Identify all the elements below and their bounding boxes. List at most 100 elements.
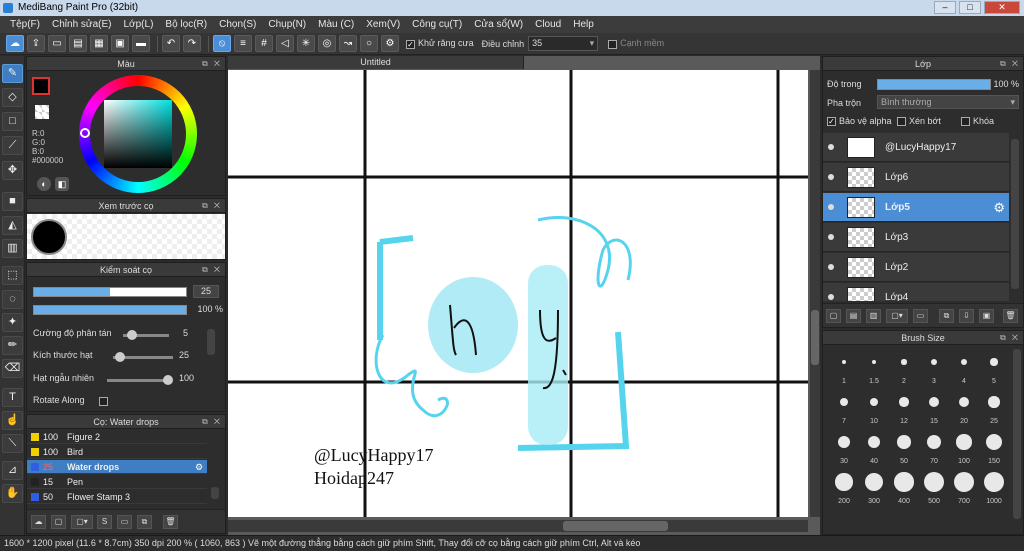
maximize-button[interactable]: □ [959, 1, 981, 14]
gear-icon[interactable]: ⚙ [195, 460, 203, 474]
canvas-hscroll-thumb[interactable] [563, 521, 668, 531]
snap-radial-icon[interactable]: ✳ [297, 35, 315, 52]
duplicate-layer-icon[interactable]: ⧉ [939, 309, 954, 323]
hue-wheel[interactable] [79, 75, 197, 193]
layer-opacity-slider[interactable] [877, 79, 991, 90]
select-tool-icon[interactable]: ⬚ [2, 266, 23, 285]
brush-item-figure2[interactable]: 100 Figure 2 [27, 430, 207, 444]
canvas-tab[interactable]: Untitled [228, 56, 524, 69]
trash-icon[interactable]: 🗑 [1003, 309, 1018, 323]
menu-view[interactable]: Xem(V) [360, 19, 406, 30]
blend-mode-dropdown[interactable]: Bình thường ▾ [877, 95, 1019, 109]
saturation-square[interactable] [104, 100, 172, 168]
menu-filter[interactable]: Bộ lọc(R) [159, 19, 213, 30]
brush-size-option[interactable]: 30 [829, 427, 859, 465]
brush-size-option[interactable]: 7 [829, 387, 859, 425]
antialias-checkbox[interactable]: ✓ Khử răng cưa [406, 38, 474, 49]
brush-item-pen[interactable]: 15 Pen [27, 475, 207, 489]
layer-list-scrollbar[interactable] [1011, 139, 1019, 289]
menu-tools[interactable]: Công cụ(T) [406, 19, 468, 30]
palette-icon[interactable]: ◐ [37, 177, 51, 191]
menu-layer[interactable]: Lớp(L) [118, 19, 160, 30]
eye-icon[interactable] [828, 264, 834, 270]
panel-buttons-icon[interactable]: ⧉ ✕ [202, 263, 222, 277]
brush-size-option[interactable]: 50 [889, 427, 919, 465]
brush-size-option[interactable]: 2 [889, 347, 919, 385]
canvas-vscroll-thumb[interactable] [811, 310, 819, 365]
line-tool-icon[interactable]: ⟋ [2, 136, 23, 155]
layer-properties-icon[interactable]: ▣ [979, 309, 994, 323]
brush-size-value[interactable]: 25 [193, 285, 219, 298]
menu-snap[interactable]: Chụp(N) [262, 19, 312, 30]
hand-tool-icon[interactable]: ✋ [2, 484, 23, 503]
soft-edge-checkbox[interactable]: Cạnh mềm [608, 38, 664, 49]
hue-picker[interactable] [80, 128, 90, 138]
new-brush-icon[interactable]: ▢ [51, 515, 66, 529]
magic-wand-icon[interactable]: ✦ [2, 313, 23, 332]
bucket-tool-icon[interactable]: ◭ [2, 216, 23, 235]
divide-tool-icon[interactable]: ⟍ [2, 434, 23, 453]
brush-size-option[interactable]: 3 [919, 347, 949, 385]
panel-buttons-icon[interactable]: ⧉ ✕ [202, 57, 222, 71]
brush-list-scrollbar[interactable] [211, 487, 219, 499]
layer-row-lop4[interactable]: Lớp4 [823, 283, 1009, 301]
snap-settings-icon[interactable]: ⚙ [381, 35, 399, 52]
menu-file[interactable]: Tệp(F) [4, 19, 46, 30]
menu-edit[interactable]: Chỉnh sửa(E) [46, 19, 118, 30]
brush-size-option[interactable]: 700 [949, 467, 979, 505]
new-layer-icon[interactable]: ▢ [826, 309, 841, 323]
cloud-icon[interactable]: ☁ [6, 35, 24, 52]
eye-icon[interactable] [828, 294, 834, 300]
brush-size-option[interactable]: 20 [949, 387, 979, 425]
brush-size-option[interactable]: 400 [889, 467, 919, 505]
brush-item-water-drops[interactable]: 25 Water drops ⚙ [27, 460, 207, 474]
merge-down-icon[interactable]: ⇩ [959, 309, 974, 323]
particle-size-knob[interactable] [115, 352, 125, 362]
brush-size-option[interactable]: 300 [859, 467, 889, 505]
main-color-swatch[interactable] [32, 77, 50, 95]
brush-size-option[interactable]: 15 [919, 387, 949, 425]
eye-icon[interactable] [828, 144, 834, 150]
gradient-tool-icon[interactable]: ▥ [2, 239, 23, 258]
canvas-drawing[interactable]: @LucyHappy17 Hoidap247 [228, 70, 820, 535]
select-eraser-icon[interactable]: ⌫ [2, 359, 23, 378]
operation-tool-icon[interactable]: ☝ [2, 411, 23, 430]
brush-size-option[interactable]: 70 [919, 427, 949, 465]
timeline-icon[interactable]: ▬ [132, 35, 150, 52]
eyedropper-tool-icon[interactable]: ⊿ [2, 461, 23, 480]
eye-icon[interactable] [828, 204, 834, 210]
menu-help[interactable]: Help [567, 19, 600, 30]
brush-size-option[interactable]: 5 [979, 347, 1009, 385]
clipping-checkbox[interactable]: Xén bớt [897, 116, 941, 127]
rotate-along-checkbox[interactable] [99, 397, 108, 406]
random-particle-slider[interactable] [107, 379, 171, 382]
page-list-icon[interactable]: ▦ [90, 35, 108, 52]
add-layer-menu-icon[interactable]: ▢▾ [886, 309, 908, 323]
brush-size-option[interactable]: 150 [979, 427, 1009, 465]
new-halftone-layer-icon[interactable]: ▤ [846, 309, 861, 323]
brush-size-option[interactable]: 1000 [979, 467, 1009, 505]
menu-window[interactable]: Cửa sổ(W) [468, 19, 529, 30]
brush-size-option[interactable]: 12 [889, 387, 919, 425]
brush-tool-icon[interactable]: ✎ [2, 64, 23, 83]
control-scrollbar[interactable] [207, 329, 215, 355]
layer-row-lop5[interactable]: Lớp5 ⚙ [823, 193, 1009, 222]
redo-icon[interactable]: ↷ [183, 35, 201, 52]
panel-buttons-icon[interactable]: ⧉ ✕ [1000, 331, 1020, 345]
layer-row-watermark[interactable]: @LucyHappy17 [823, 133, 1009, 162]
eye-icon[interactable] [828, 174, 834, 180]
menu-color[interactable]: Màu (C) [312, 19, 360, 30]
comment-icon[interactable]: ▭ [48, 35, 66, 52]
menu-cloud[interactable]: Cloud [529, 19, 567, 30]
snap-circle-icon[interactable]: ◎ [318, 35, 336, 52]
cloud-brush-icon[interactable]: ☁ [31, 515, 46, 529]
transparent-swatch[interactable] [35, 105, 49, 119]
layer-row-lop2[interactable]: Lớp2 [823, 253, 1009, 282]
trash-icon[interactable]: 🗑 [163, 515, 178, 529]
panel-buttons-icon[interactable]: ⧉ ✕ [202, 199, 222, 213]
eraser-tool-icon[interactable]: ◇ [2, 88, 23, 107]
share-icon[interactable]: ⇪ [27, 35, 45, 52]
folder-icon[interactable]: ▭ [117, 515, 132, 529]
menu-select[interactable]: Chọn(S) [213, 19, 262, 30]
scatter-knob[interactable] [127, 330, 137, 340]
